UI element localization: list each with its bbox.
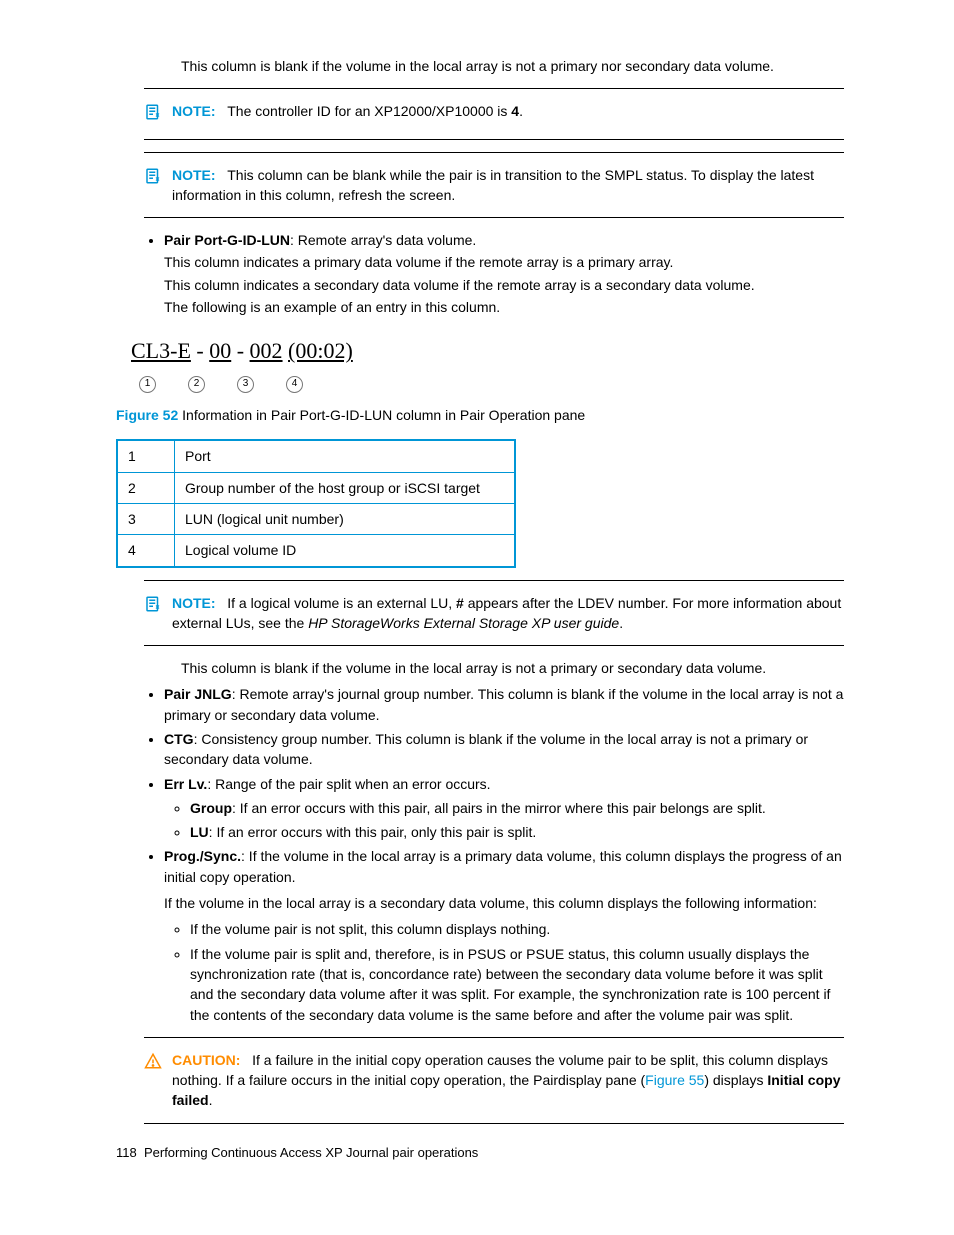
marker-2: 2: [188, 376, 205, 393]
text: : If an error occurs with this pair, onl…: [209, 824, 537, 840]
cell-num: 2: [117, 472, 175, 503]
para: This column indicates a primary data vol…: [164, 252, 844, 272]
separator: [144, 217, 844, 218]
fig-seg-1: CL3-E: [131, 338, 191, 363]
note-text: This column can be blank while the pair …: [172, 167, 814, 203]
note-ref: HP StorageWorks External Storage XP user…: [308, 615, 619, 631]
text: : Consistency group number. This column …: [164, 731, 808, 767]
fig-seg-3: 002: [250, 338, 283, 363]
table-row: 4Logical volume ID: [117, 535, 515, 567]
note-bold: 4: [511, 103, 519, 119]
list-item: Err Lv.: Range of the pair split when an…: [164, 774, 844, 843]
cell-text: Port: [175, 440, 516, 472]
note-text: .: [619, 615, 623, 631]
list-item: If the volume pair is not split, this co…: [190, 919, 844, 939]
term: Group: [190, 800, 232, 816]
section-title: Performing Continuous Access XP Journal …: [144, 1145, 478, 1160]
separator: [144, 645, 844, 646]
caution-text: ) displays: [704, 1072, 767, 1088]
separator: [144, 139, 844, 140]
note-label: NOTE:: [172, 103, 216, 119]
caution-icon: [144, 1050, 162, 1075]
caution-label: CAUTION:: [172, 1052, 240, 1068]
note-label: NOTE:: [172, 595, 216, 611]
note-hashtag: #: [456, 595, 464, 611]
term: Pair Port-G-ID-LUN: [164, 232, 290, 248]
separator: [144, 152, 844, 153]
page-number: 118: [116, 1145, 137, 1160]
term: Err Lv.: [164, 776, 207, 792]
para: If the volume in the local array is a se…: [164, 893, 844, 913]
cell-num: 4: [117, 535, 175, 567]
para: This column is blank if the volume in th…: [181, 658, 844, 678]
term: CTG: [164, 731, 194, 747]
term: Prog./Sync.: [164, 848, 241, 864]
cell-num: 1: [117, 440, 175, 472]
desc: : Remote array's data volume.: [290, 232, 476, 248]
marker-4: 4: [286, 376, 303, 393]
list-item: Pair Port-G-ID-LUN: Remote array's data …: [164, 230, 844, 317]
legend-table: 1Port 2Group number of the host group or…: [116, 439, 516, 567]
list-item: CTG: Consistency group number. This colu…: [164, 729, 844, 770]
note-block-2: NOTE: This column can be blank while the…: [144, 165, 844, 206]
marker-3: 3: [237, 376, 254, 393]
figure-title: Information in Pair Port-G-ID-LUN column…: [178, 407, 585, 423]
text: : If an error occurs with this pair, all…: [232, 800, 766, 816]
list-item: Pair JNLG: Remote array's journal group …: [164, 684, 844, 725]
note-text: If a logical volume is an external LU,: [227, 595, 456, 611]
marker-1: 1: [139, 376, 156, 393]
note-block-1: NOTE: The controller ID for an XP12000/X…: [144, 101, 844, 126]
intro-paragraph: This column is blank if the volume in th…: [181, 56, 844, 76]
text: : Range of the pair split when an error …: [207, 776, 490, 792]
note-icon: [144, 593, 162, 618]
separator: [144, 88, 844, 89]
list-item: Group: If an error occurs with this pair…: [190, 798, 844, 818]
caution-block: CAUTION: If a failure in the initial cop…: [144, 1050, 844, 1111]
figure-link[interactable]: Figure 55: [645, 1072, 704, 1088]
text: : If the volume in the local array is a …: [164, 848, 842, 884]
separator: [144, 1123, 844, 1124]
note-block-3: NOTE: If a logical volume is an external…: [144, 593, 844, 634]
list-item: LU: If an error occurs with this pair, o…: [190, 822, 844, 842]
note-text: The controller ID for an XP12000/XP10000…: [227, 103, 511, 119]
fig-seg-2: 00: [209, 338, 231, 363]
note-icon: [144, 101, 162, 126]
para: This column indicates a secondary data v…: [164, 275, 844, 295]
list-item: Prog./Sync.: If the volume in the local …: [164, 846, 844, 1024]
caution-text: .: [209, 1092, 213, 1108]
page-footer: 118 Performing Continuous Access XP Jour…: [116, 1144, 844, 1163]
figure-image: CL3-E - 00 - 002 (00:02) 1234: [116, 335, 844, 393]
table-row: 1Port: [117, 440, 515, 472]
table-row: 3LUN (logical unit number): [117, 503, 515, 534]
para: The following is an example of an entry …: [164, 297, 844, 317]
fig-seg-4: (00:02): [288, 338, 353, 363]
note-after: .: [519, 103, 523, 119]
term: Pair JNLG: [164, 686, 232, 702]
table-row: 2Group number of the host group or iSCSI…: [117, 472, 515, 503]
note-icon: [144, 165, 162, 190]
figure-caption: Figure 52 Information in Pair Port-G-ID-…: [116, 405, 844, 425]
note-label: NOTE:: [172, 167, 216, 183]
term: LU: [190, 824, 209, 840]
figure-number: Figure 52: [116, 407, 178, 423]
cell-text: Logical volume ID: [175, 535, 516, 567]
list-item: If the volume pair is split and, therefo…: [190, 944, 844, 1025]
separator: [144, 580, 844, 581]
cell-num: 3: [117, 503, 175, 534]
text: : Remote array's journal group number. T…: [164, 686, 843, 722]
cell-text: Group number of the host group or iSCSI …: [175, 472, 516, 503]
separator: [144, 1037, 844, 1038]
cell-text: LUN (logical unit number): [175, 503, 516, 534]
